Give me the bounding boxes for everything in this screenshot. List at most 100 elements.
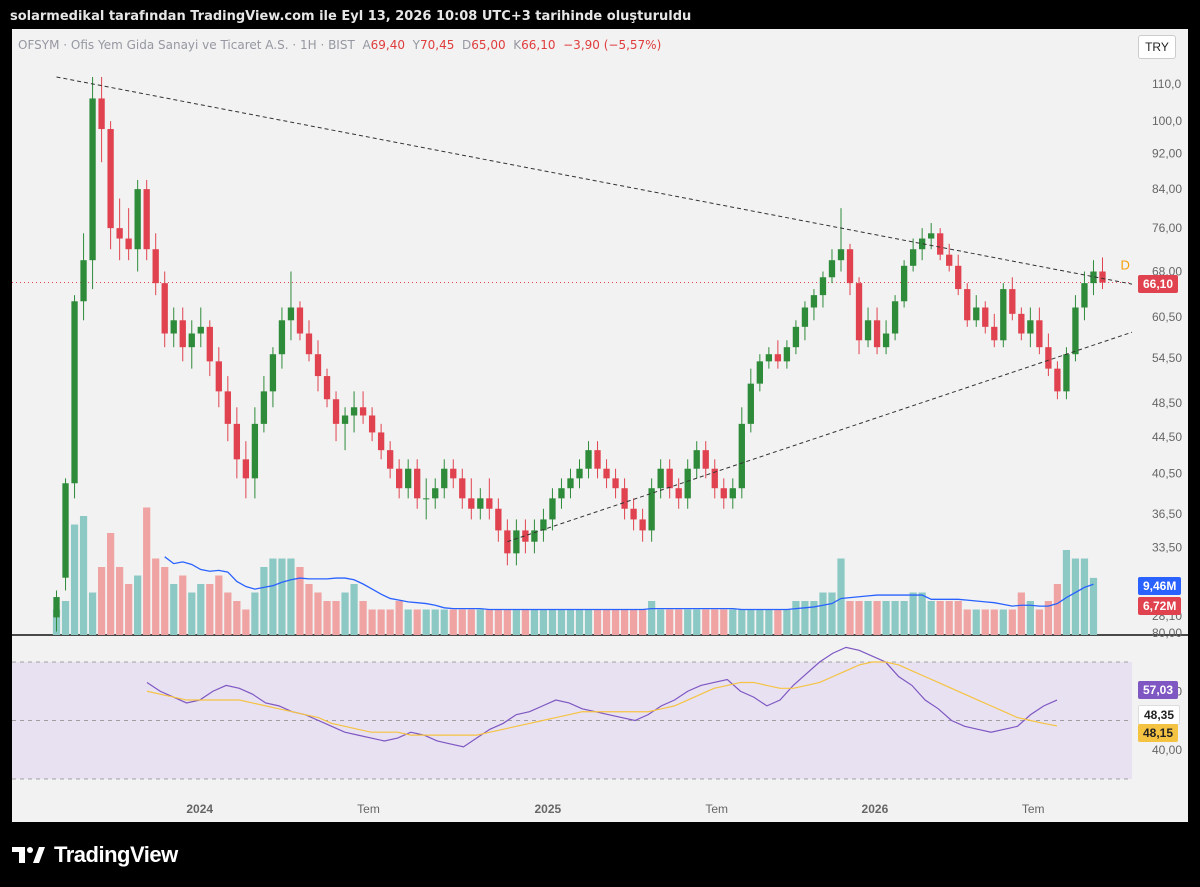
candle-body [819,277,827,296]
candle-body [810,295,818,308]
candle-body [594,450,601,469]
candle-body [567,478,574,489]
candle-body [359,407,367,416]
low-label: D [462,38,472,52]
time-axis-label: 2024 [186,802,213,816]
volume-bar [593,609,602,635]
candle-body [684,468,691,499]
change-value: −3,90 (−5,57%) [563,38,662,52]
volume-bar [846,601,854,635]
chart-panel[interactable]: 110,0 100,0 92,00 84,00 76,00 68,00 60,50 54,50… [12,29,1188,822]
candle-body [1054,368,1061,392]
rsi-ma-tag: 48,15 [1138,724,1179,742]
rsi-value-tag: 57,03 [1138,681,1179,699]
volume-bar [575,609,584,635]
chart-marker: D [1120,257,1129,272]
last-price-tag: 66,10 [1138,275,1179,293]
volume-bar [296,567,304,635]
volume-bar [422,609,430,635]
candle-body [603,468,610,479]
candle-body [900,265,908,302]
candle-body [459,478,466,499]
candle-body [89,98,96,261]
volume-bar [314,592,322,635]
volume-bar [900,601,908,635]
volume-bar [963,609,971,635]
volume-bar [828,592,836,635]
candle-body [657,468,664,489]
volume-bar [954,601,962,635]
volume-bar [197,584,205,635]
volume-bar [179,575,187,635]
volume-bar [494,609,502,635]
candle-body [341,415,349,424]
candle-body [350,407,358,416]
volume-bar [116,567,124,635]
price-axis-tick: 92,00 [1152,147,1182,161]
candle-body [621,488,628,509]
candle-body [504,530,511,554]
high-label: Y [412,38,420,52]
volume-ma-tag: 9,46M [1138,577,1182,595]
candle-body [215,361,222,392]
candle-body [828,260,836,278]
volume-bar [783,609,791,635]
candle-body [152,249,159,284]
candle-body [332,399,340,424]
volume-bar [801,601,809,635]
volume-bar [1080,558,1089,635]
candle-body [377,432,385,451]
candle-body [928,233,935,239]
volume-bar [224,592,232,635]
volume-bar [729,609,737,635]
candle-body [558,488,565,499]
candle-body [62,483,69,578]
candle-body [612,478,619,489]
volume-bar [990,609,998,635]
volume-bar [449,609,457,635]
volume-bar [368,609,376,635]
candle-body [909,249,917,266]
volume-bar [233,601,241,635]
volume-bar [720,609,728,635]
volume-bar [431,609,439,635]
candle-body [946,254,953,266]
volume-bar [855,601,863,635]
tradingview-logo[interactable]: TradingView [12,840,178,870]
rsi-axis-tick: 40,00 [1152,743,1182,757]
candle-body [53,597,60,618]
volume-bar [467,609,475,635]
volume-bar [819,592,827,635]
volume-bar [242,609,250,635]
volume-bar [945,601,953,635]
volume-bar [864,601,872,635]
candle-body [639,519,646,531]
volume-bar [521,609,530,635]
candle-body [414,468,421,499]
candle-body [991,326,998,341]
price-axis-tick: 100,0 [1152,114,1182,128]
candle-body [675,488,682,499]
volume-bar [107,533,115,635]
volume-bar [711,609,719,635]
candle-body [973,307,980,321]
candle-body [477,498,484,509]
candle-body [756,361,763,384]
volume-bar [918,592,926,635]
volume-bar [269,558,277,635]
currency-button[interactable]: TRY [1138,35,1176,59]
price-axis-tick: 84,00 [1152,182,1182,196]
rsi-mid-tag: 48,35 [1138,705,1181,725]
candle-body [585,450,592,469]
chart-canvas[interactable]: 110,0100,092,0084,0076,0068,0060,5054,50… [12,29,1188,822]
volume-bar [206,584,214,635]
candle-body [540,519,547,531]
volume-bar [386,609,394,635]
candle-body [630,508,637,520]
price-axis-tick: 36,50 [1152,507,1182,521]
candle-body [1036,320,1043,348]
volume-bar [70,524,79,635]
chart-caption: solarmedikal tarafından TradingView.com … [10,9,692,24]
candle-body [197,326,204,334]
candle-body [242,459,250,479]
